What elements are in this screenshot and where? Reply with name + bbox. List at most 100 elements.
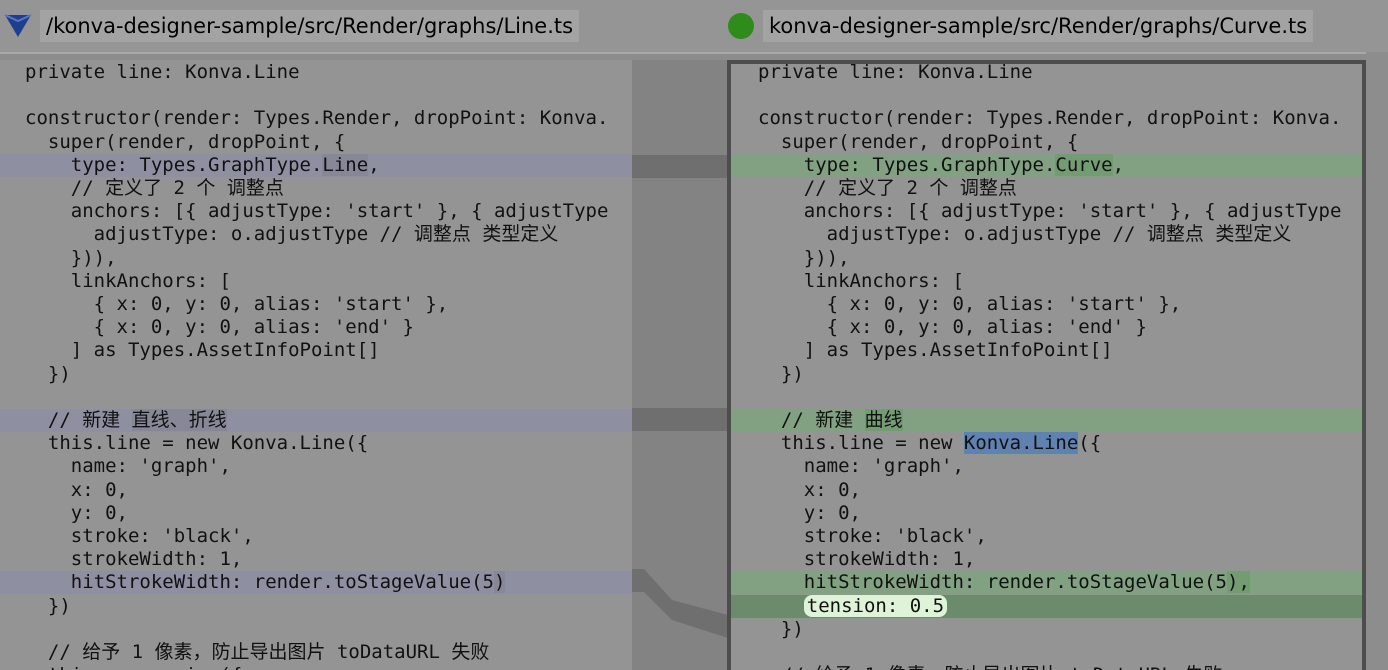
- right-code-line: name: 'graph',: [731, 455, 1362, 478]
- code-text: anchors: [{ adjustType: 'start' }, { adj…: [25, 200, 609, 223]
- code-text: { x: 0, y: 0, alias: 'end' }: [25, 316, 414, 339]
- gem-icon-shape: [5, 15, 31, 37]
- right-code-line: [731, 641, 1362, 664]
- code-text: name: 'graph',: [25, 455, 231, 478]
- right-code-line: anchors: [{ adjustType: 'start' }, { adj…: [731, 200, 1362, 223]
- code-text: ] as Types.AssetInfoPoint[]: [758, 339, 1113, 362]
- right-code-line: }): [731, 618, 1362, 641]
- code-text: // 新建: [758, 409, 865, 431]
- diff-highlight: Curve: [1055, 153, 1113, 176]
- left-code-line: private line: Konva.Line: [0, 61, 632, 84]
- diff-header: /konva-designer-sample/src/Render/graphs…: [0, 0, 1388, 54]
- left-code-line: [0, 386, 632, 409]
- right-code-line: x: 0,: [731, 479, 1362, 502]
- left-code-pane[interactable]: private line: Konva.Line constructor(rend…: [0, 60, 632, 670]
- left-code-line: // 新建 直线、折线: [0, 409, 632, 432]
- left-code-line: stroke: 'black',: [0, 525, 632, 548]
- code-text: // 给予 1 像素，防止导出图片 toDataURL 失败: [25, 641, 490, 663]
- left-code-line: [0, 618, 632, 641]
- code-text: adjustType: o.adjustType // 调整点 类型定义: [25, 223, 559, 246]
- right-code-line: hitStrokeWidth: render.toStageValue(5),: [731, 571, 1362, 595]
- code-text-tail: ,: [1112, 153, 1125, 176]
- left-code-line: [0, 84, 632, 107]
- left-code-line: ] as Types.AssetInfoPoint[]: [0, 339, 632, 362]
- code-text: constructor(render: Types.Render, dropPo…: [25, 107, 609, 130]
- right-code-line: this.line = new Konva.Line({: [731, 432, 1362, 455]
- code-text: adjustType: o.adjustType // 调整点 类型定义: [758, 223, 1292, 246]
- right-code-line: // 定义了 2 个 调整点: [731, 177, 1362, 200]
- left-code-line: x: 0,: [0, 479, 632, 502]
- left-code-line: anchors: [{ adjustType: 'start' }, { adj…: [0, 200, 632, 223]
- code-text: name: 'graph',: [758, 455, 964, 478]
- right-code-line: }): [731, 363, 1362, 386]
- code-text: linkAnchors: [: [25, 269, 231, 292]
- code-text: this.group.size({: [25, 664, 242, 670]
- right-code-pane[interactable]: private line: Konva.Line constructor(rend…: [727, 60, 1366, 670]
- connector-band-comment: [632, 408, 728, 431]
- code-text: x: 0,: [25, 478, 128, 501]
- right-code-line: // 给予 1 像素，防止导出图片 toDataURL 失败: [731, 664, 1362, 670]
- left-code-line: constructor(render: Types.Render, dropPo…: [0, 107, 632, 130]
- left-file-icon: [3, 12, 33, 38]
- right-code-line: y: 0,: [731, 502, 1362, 525]
- right-code-line: stroke: 'black',: [731, 525, 1362, 548]
- code-text: // 新建: [25, 409, 132, 431]
- code-text: y: 0,: [758, 501, 861, 524]
- code-text: // 定义了 2 个 调整点: [25, 177, 284, 199]
- code-text: }): [758, 362, 804, 385]
- code-text: // 定义了 2 个 调整点: [758, 177, 1017, 199]
- code-text: this.line = new: [758, 432, 964, 455]
- code-text: // 给予 1 像素，防止导出图片 toDataURL 失败: [758, 664, 1222, 670]
- code-text: strokeWidth: 1,: [758, 548, 976, 571]
- right-code-line: })),: [731, 247, 1362, 270]
- right-code-line: type: Types.GraphType.Curve,: [731, 153, 1362, 177]
- right-code-line: super(render, dropPoint, {: [731, 131, 1362, 154]
- left-code-line: { x: 0, y: 0, alias: 'end' }: [0, 316, 632, 339]
- right-code-line: ] as Types.AssetInfoPoint[]: [731, 339, 1362, 362]
- diff-highlight: 直线、折线: [131, 409, 227, 431]
- right-code-line: [731, 84, 1362, 107]
- code-text: private line: Konva.Line: [758, 61, 1033, 83]
- right-code-line: linkAnchors: [: [731, 270, 1362, 293]
- right-file-icon: [727, 12, 755, 40]
- right-code-line: { x: 0, y: 0, alias: 'end' }: [731, 316, 1362, 339]
- left-code-line: // 给予 1 像素，防止导出图片 toDataURL 失败: [0, 641, 632, 664]
- code-text: type: Types.GraphType.: [758, 153, 1056, 176]
- left-code-line: this.line = new Konva.Line({: [0, 432, 632, 455]
- scrollbar-track[interactable]: [1366, 52, 1388, 670]
- left-code-line: { x: 0, y: 0, alias: 'start' },: [0, 293, 632, 316]
- right-file-path[interactable]: konva-designer-sample/src/Render/graphs/…: [763, 10, 1314, 42]
- diff-highlight: Line: [322, 153, 369, 176]
- code-text: { x: 0, y: 0, alias: 'start' },: [25, 293, 449, 315]
- left-code-line: super(render, dropPoint, {: [0, 131, 632, 154]
- left-code-line: })),: [0, 247, 632, 270]
- code-text: private line: Konva.Line: [25, 61, 300, 83]
- right-code: private line: Konva.Line constructor(rend…: [731, 64, 1362, 670]
- diff-highlight: tension: 0.5: [803, 594, 948, 617]
- diff-connector-gutter: [632, 60, 728, 670]
- code-text: x: 0,: [758, 478, 861, 501]
- diff-highlight: ),: [1227, 571, 1250, 594]
- code-text: anchors: [{ adjustType: 'start' }, { adj…: [758, 200, 1342, 223]
- code-text: })),: [758, 246, 850, 269]
- left-code-line: linkAnchors: [: [0, 270, 632, 293]
- code-text: y: 0,: [25, 501, 128, 524]
- diff-highlight: 曲线: [864, 409, 903, 431]
- left-code-line: y: 0,: [0, 502, 632, 525]
- code-text: stroke: 'black',: [758, 525, 987, 547]
- code-text: stroke: 'black',: [25, 525, 254, 547]
- diff-highlight: ): [494, 571, 506, 594]
- connector-band-props: [632, 569, 728, 638]
- code-text: constructor(render: Types.Render, dropPo…: [758, 107, 1342, 130]
- connector-band-type: [632, 155, 728, 178]
- code-text-tail: ,: [368, 153, 380, 176]
- code-text: })),: [25, 246, 117, 269]
- code-text: super(render, dropPoint, {: [25, 130, 346, 153]
- code-text: super(render, dropPoint, {: [758, 130, 1079, 153]
- left-file-path[interactable]: /konva-designer-sample/src/Render/graphs…: [40, 10, 580, 42]
- code-text: { x: 0, y: 0, alias: 'end' }: [758, 316, 1147, 339]
- right-code-line: constructor(render: Types.Render, dropPo…: [731, 107, 1362, 130]
- right-code-line: { x: 0, y: 0, alias: 'start' },: [731, 293, 1362, 316]
- code-text-tail: ({: [1078, 432, 1102, 455]
